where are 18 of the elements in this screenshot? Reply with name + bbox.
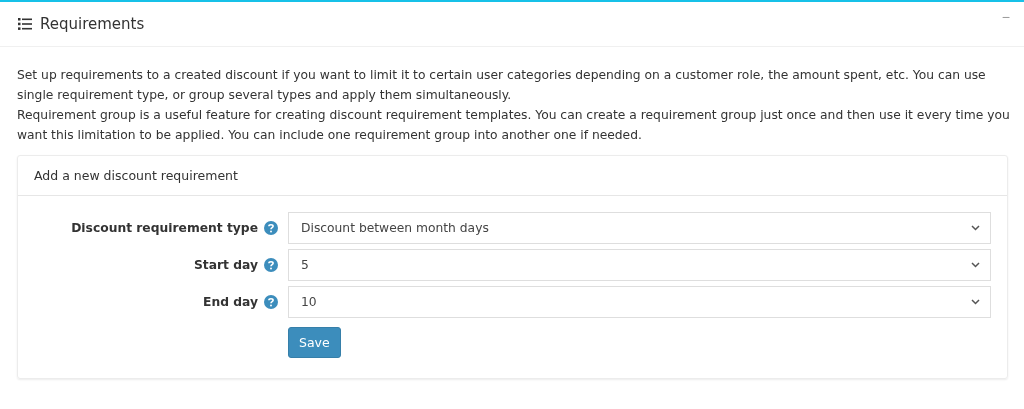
description-text: Set up requirements to a created discount if you want to limit it to certain user categories depending on a customer role, the amount spent, etc. You can use single requirement type, or group several types and apply them simultaneously. bbox=[17, 67, 987, 104]
field-label: Discount requirement type bbox=[71, 221, 258, 235]
description-text: Requirement group is a useful feature for creating discount requirement templates. You can create a requirement group just once and then use it every time you want this limitation to be applied. You can include one requirement group into another one if needed. bbox=[17, 107, 1011, 144]
select-field[interactable]: 5 bbox=[288, 249, 991, 281]
card-title: Add a new discount requirement bbox=[34, 168, 238, 183]
panel-title: Requirements bbox=[40, 15, 145, 33]
field-label: End day bbox=[203, 295, 258, 309]
chevron-down-icon bbox=[971, 262, 980, 268]
field-label: Start day bbox=[194, 258, 258, 272]
chevron-down-icon bbox=[971, 299, 980, 305]
chevron-down-icon bbox=[971, 225, 980, 231]
list-icon bbox=[18, 18, 32, 30]
select-field[interactable]: 10 bbox=[288, 286, 991, 318]
save-button[interactable]: Save bbox=[288, 327, 341, 358]
help-icon[interactable] bbox=[264, 221, 278, 235]
help-icon[interactable] bbox=[264, 258, 278, 272]
select-field[interactable]: Discount between month days bbox=[288, 212, 991, 244]
help-icon[interactable] bbox=[264, 295, 278, 309]
